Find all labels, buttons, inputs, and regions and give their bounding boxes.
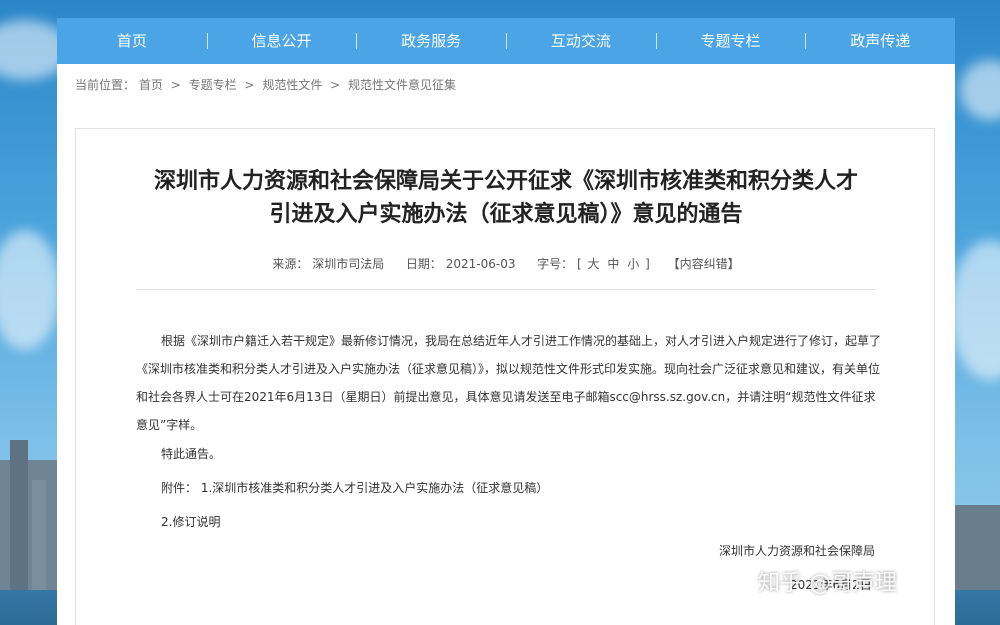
source-value: 深圳市司法局: [312, 257, 385, 271]
breadcrumb-item-special-topics[interactable]: 专题专栏: [189, 78, 237, 92]
meta-divider: [136, 289, 876, 290]
font-size-label: 字号：: [537, 257, 574, 271]
font-size-large-button[interactable]: 大: [588, 257, 600, 271]
nav-item-home[interactable]: 首页: [57, 18, 207, 64]
date-value: 2021-06-03: [445, 257, 516, 271]
signature-organization: 深圳市人力资源和社会保障局: [719, 544, 876, 558]
font-size-small-button[interactable]: 小: [627, 257, 639, 271]
font-size-medium-button[interactable]: 中: [607, 257, 619, 271]
top-nav: 首页 信息公开 政务服务 互动交流 专题专栏 政声传递: [57, 18, 955, 64]
breadcrumb-item-opinion-solicitation[interactable]: 规范性文件意见征集: [348, 78, 456, 92]
article-body-paragraph: 根据《深圳市户籍迁入若干规定》最新修订情况，我局在总结近年人才引进工作情况的基础…: [136, 334, 882, 432]
nav-item-government-services[interactable]: 政务服务: [356, 18, 506, 64]
breadcrumb-separator: >: [244, 78, 255, 92]
article-title-line-1: 深圳市人力资源和社会保障局关于公开征求《深圳市核准类和积分类人才: [153, 169, 858, 194]
nav-item-info-disclosure[interactable]: 信息公开: [206, 18, 357, 64]
font-size-bracket-open: [: [577, 257, 582, 271]
attachment-label: 附件：: [161, 481, 198, 495]
breadcrumb: 当前位置： 首页 > 专题专栏 > 规范性文件 > 规范性文件意见征集: [75, 76, 456, 93]
breadcrumb-item-normative-docs[interactable]: 规范性文件: [262, 78, 322, 92]
attachment-line-2: 2.修订说明: [161, 513, 220, 530]
breadcrumb-prefix: 当前位置：: [75, 78, 136, 92]
breadcrumb-item-home[interactable]: 首页: [139, 78, 163, 92]
attachment-line: 附件： 1.深圳市核准类和积分类人才引进及入户实施办法（征求意见稿）: [161, 479, 548, 496]
attachment-link-1[interactable]: 1.深圳市核准类和积分类人才引进及入户实施办法（征求意见稿）: [201, 481, 548, 495]
article-meta: 来源： 深圳市司法局 日期： 2021-06-03 字号： [ 大 中 小 ] …: [76, 255, 936, 272]
content-error-report-link[interactable]: 【内容纠错】: [668, 257, 740, 271]
notice-text: 特此通告。: [161, 447, 222, 461]
breadcrumb-separator: >: [330, 78, 341, 92]
nav-item-government-voice[interactable]: 政声传递: [805, 18, 955, 64]
article-title: 深圳市人力资源和社会保障局关于公开征求《深圳市核准类和积分类人才 引进及入户实施…: [116, 165, 896, 231]
attachment-link-2[interactable]: 2.修订说明: [161, 515, 220, 529]
nav-item-interaction[interactable]: 互动交流: [506, 18, 656, 64]
zhihu-watermark: 知乎 @哥声理: [758, 571, 897, 596]
content-page: 首页 信息公开 政务服务 互动交流 专题专栏 政声传递 当前位置： 首页 > 专…: [57, 18, 955, 625]
date-label: 日期：: [405, 257, 442, 271]
article-panel: 深圳市人力资源和社会保障局关于公开征求《深圳市核准类和积分类人才 引进及入户实施…: [75, 128, 935, 625]
breadcrumb-separator: >: [170, 78, 181, 92]
source-label: 来源：: [272, 257, 309, 271]
nav-item-special-topics[interactable]: 专题专栏: [655, 18, 806, 64]
article-title-line-2: 引进及入户实施办法（征求意见稿）》意见的通告: [269, 202, 743, 227]
font-size-bracket-close: ]: [645, 257, 650, 271]
